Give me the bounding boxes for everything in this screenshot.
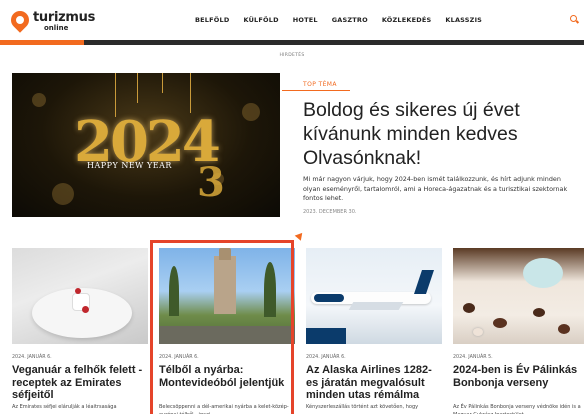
search-icon[interactable] xyxy=(570,15,579,24)
article-title[interactable]: Az Alaska Airlines 1282-es járatán megva… xyxy=(306,364,442,402)
hero-date: 2023. DECEMBER 30. xyxy=(303,209,357,215)
article-title[interactable]: Veganuár a felhők felett - receptek az E… xyxy=(12,364,148,402)
ad-label: HIRDETÉS xyxy=(279,53,305,58)
article-image[interactable] xyxy=(453,248,584,344)
top-tag: TOP TÉMA xyxy=(303,81,337,88)
logo-name: turizmus xyxy=(33,10,96,25)
article-image[interactable] xyxy=(12,248,148,344)
article-desc: Az Emirates séfjei elárulják a léaitrsas… xyxy=(12,404,117,410)
hero-description: Mi már nagyon várjuk, hogy 2024-ben ismé… xyxy=(303,175,568,202)
hero-image[interactable]: 2024 HAPPY NEW YEAR 3 xyxy=(12,73,280,217)
highlight-frame xyxy=(150,240,294,414)
nav-item-belfold[interactable]: BELFÖLD xyxy=(195,16,229,24)
nav-item-hotel[interactable]: HOTEL xyxy=(293,16,318,24)
article-card[interactable]: 2024. JANUÁR 5. 2024-ben is Év Pálinkás … xyxy=(453,248,584,414)
site-logo[interactable]: turizmus online xyxy=(7,7,95,35)
article-desc: Kényszerleszállás történt azt követően, … xyxy=(306,404,419,410)
nav-item-gasztro[interactable]: GASZTRO xyxy=(332,16,368,24)
nav-item-kulfold[interactable]: KÜLFÖLD xyxy=(243,16,278,24)
header: turizmus online BELFÖLD KÜLFÖLD HOTEL GA… xyxy=(0,0,584,40)
logo-sub: online xyxy=(44,24,69,32)
nav-item-klasszis[interactable]: KLASSZIS xyxy=(445,16,482,24)
article-card[interactable]: 2024. JANUÁR 6. Veganuár a felhők felett… xyxy=(12,248,148,414)
article-desc: Az Év Pálinkás Bonbonja verseny védnöke … xyxy=(453,404,581,414)
hero-title[interactable]: Boldog és sikeres új évet kívánunk minde… xyxy=(303,98,573,170)
article-date: 2024. JANUÁR 6. xyxy=(306,355,346,360)
location-pin-icon xyxy=(7,7,33,33)
header-dark-bar xyxy=(84,40,584,45)
top-tag-line xyxy=(282,90,350,91)
hero-digit: 3 xyxy=(197,159,225,206)
nav-item-kozlekedes[interactable]: KÖZLEKEDÉS xyxy=(382,16,432,24)
article-date: 2024. JANUÁR 5. xyxy=(453,355,493,360)
article-date: 2024. JANUÁR 6. xyxy=(12,355,52,360)
arrow-icon xyxy=(294,230,306,241)
main-nav: BELFÖLD KÜLFÖLD HOTEL GASZTRO KÖZLEKEDÉS… xyxy=(195,16,496,24)
header-accent-bar xyxy=(0,40,84,45)
article-card[interactable]: 2024. JANUÁR 6. Az Alaska Airlines 1282-… xyxy=(306,248,442,414)
hero-image-text: HAPPY NEW YEAR xyxy=(87,161,172,170)
article-title[interactable]: 2024-ben is Év Pálinkás Bonbonja verseny xyxy=(453,364,584,389)
article-image[interactable] xyxy=(306,248,442,344)
